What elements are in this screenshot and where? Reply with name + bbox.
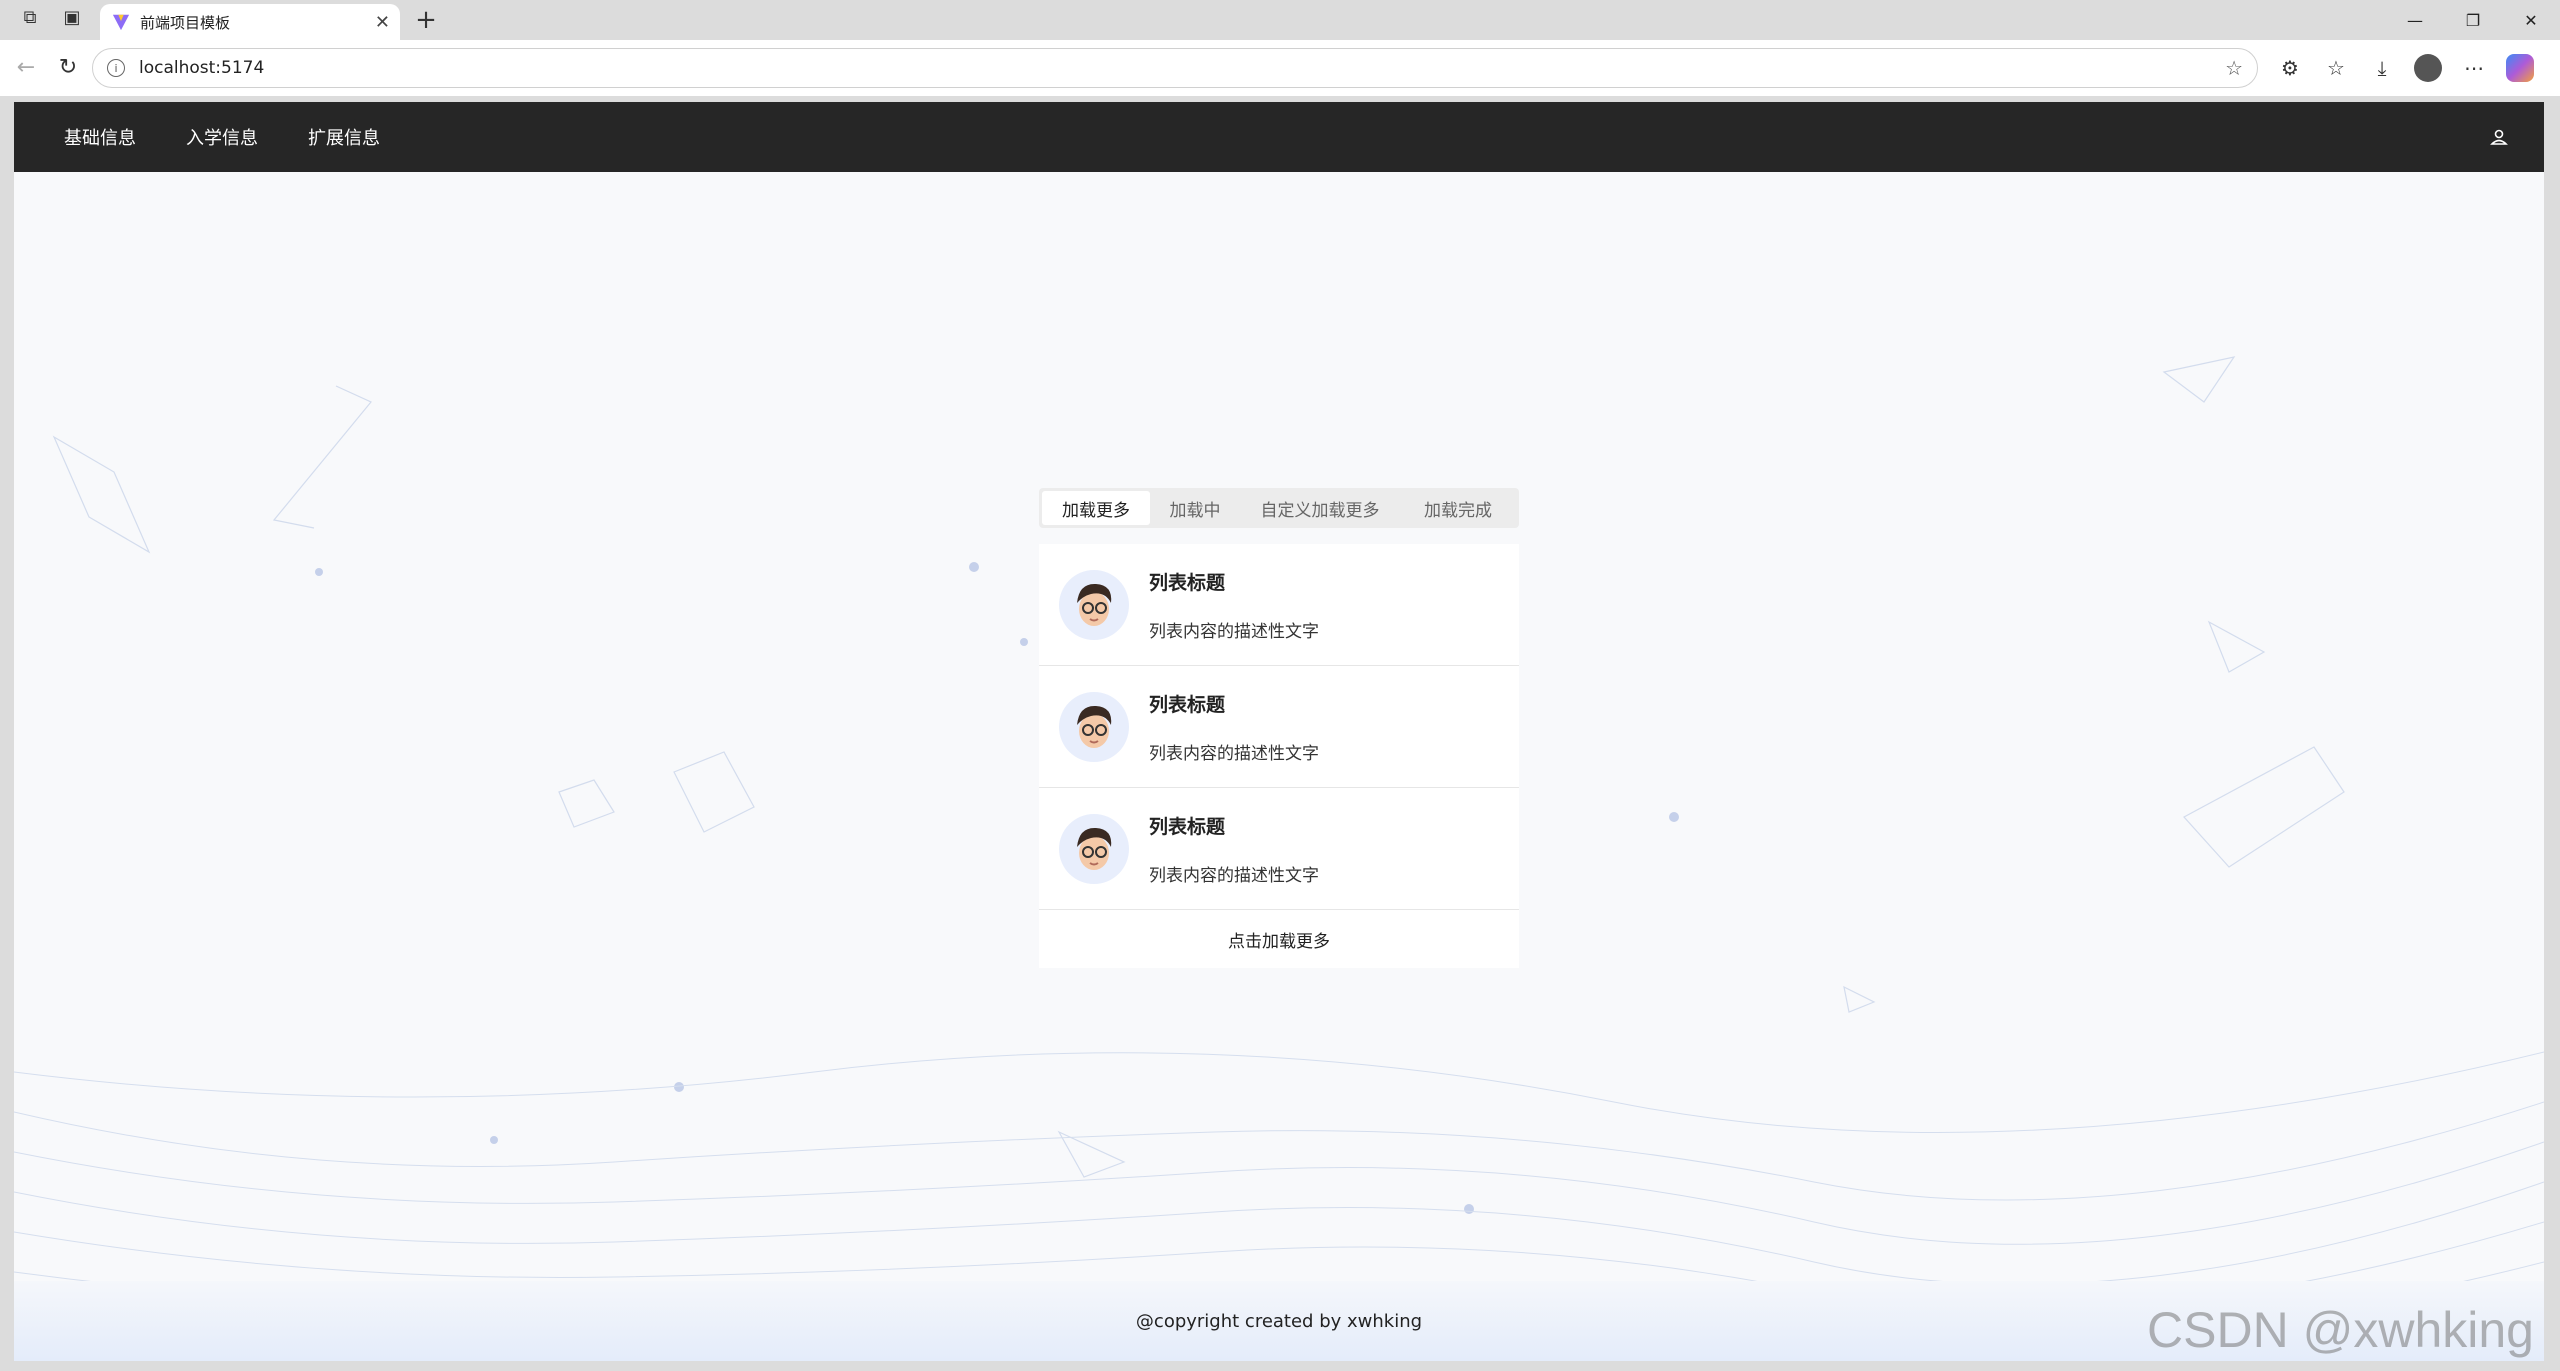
- nav-item-enrollment-info[interactable]: 入学信息: [186, 124, 258, 150]
- site-info-icon[interactable]: i: [107, 59, 125, 77]
- list-item-text: 列表标题 列表内容的描述性文字: [1149, 690, 1319, 764]
- favorite-star-icon[interactable]: ☆: [2225, 56, 2243, 80]
- tab-loading[interactable]: 加载中: [1150, 491, 1240, 525]
- cartoon-avatar-icon: [1077, 705, 1112, 748]
- new-tab-icon[interactable]: +: [408, 2, 444, 38]
- list-widget: 加载更多 加载中 自定义加载更多 加载完成 列表标题 列表内容的描述性文字 列表…: [1039, 488, 1519, 968]
- list-item-text: 列表标题 列表内容的描述性文字: [1149, 812, 1319, 886]
- list-item: 列表标题 列表内容的描述性文字: [1039, 666, 1519, 788]
- vite-favicon-icon: [112, 14, 130, 31]
- address-bar[interactable]: i ☆: [92, 48, 2258, 88]
- avatar: [1059, 691, 1129, 762]
- minimize-icon[interactable]: —: [2386, 0, 2444, 40]
- list-item: 列表标题 列表内容的描述性文字: [1039, 788, 1519, 910]
- browser-tabstrip: ⧉ ▣ 前端项目模板 ✕ + — ❐ ✕: [0, 0, 2560, 40]
- tab-custom-load-more[interactable]: 自定义加载更多: [1240, 491, 1400, 525]
- extensions-icon[interactable]: ⚙: [2276, 54, 2304, 82]
- window-controls: — ❐ ✕: [2386, 0, 2560, 40]
- cartoon-avatar-icon: [1077, 827, 1112, 870]
- top-navbar: 基础信息 入学信息 扩展信息: [14, 102, 2544, 172]
- browser-tab-active[interactable]: 前端项目模板 ✕: [100, 4, 400, 40]
- cartoon-avatar-icon: [1077, 583, 1112, 626]
- browser-tab-title: 前端项目模板: [140, 13, 231, 32]
- item-list: 列表标题 列表内容的描述性文字 列表标题 列表内容的描述性文字 列表标题 列表内…: [1039, 544, 1519, 968]
- list-item-title: 列表标题: [1149, 693, 1226, 716]
- load-more-button[interactable]: 点击加载更多: [1039, 910, 1519, 968]
- copilot-icon[interactable]: [2506, 54, 2534, 82]
- nav-item-basic-info[interactable]: 基础信息: [64, 124, 136, 150]
- more-menu-icon[interactable]: ⋯: [2460, 54, 2488, 82]
- tab-load-finished[interactable]: 加载完成: [1400, 491, 1516, 525]
- list-item-description: 列表内容的描述性文字: [1149, 865, 1319, 886]
- download-icon[interactable]: ⤓: [2368, 54, 2396, 82]
- restore-icon[interactable]: ❐: [2444, 0, 2502, 40]
- tabstrip-left-icons: ⧉ ▣: [0, 4, 100, 40]
- tab-actions-icon[interactable]: ▣: [58, 4, 86, 32]
- page-viewport: 基础信息 入学信息 扩展信息 加载更多 加载中 自定义加载更多 加载完成 列表标…: [14, 102, 2544, 1361]
- tab-load-more[interactable]: 加载更多: [1042, 491, 1150, 525]
- list-item-title: 列表标题: [1149, 571, 1226, 594]
- list-item-title: 列表标题: [1149, 815, 1226, 838]
- nav-menu: 基础信息 入学信息 扩展信息: [64, 124, 380, 150]
- toolbar-right-icons: ⚙ ☆ ⤓ ⋯: [2276, 54, 2534, 82]
- favorites-icon[interactable]: ☆: [2322, 54, 2350, 82]
- watermark: CSDN @xwhking: [2147, 1302, 2534, 1358]
- list-item-description: 列表内容的描述性文字: [1149, 743, 1319, 764]
- url-input[interactable]: [137, 57, 2214, 79]
- workspaces-icon[interactable]: ⧉: [16, 4, 44, 32]
- nav-item-extended-info[interactable]: 扩展信息: [308, 124, 380, 150]
- profile-avatar[interactable]: [2414, 54, 2442, 82]
- mode-tabs: 加载更多 加载中 自定义加载更多 加载完成: [1039, 488, 1519, 528]
- list-item: 列表标题 列表内容的描述性文字: [1039, 544, 1519, 666]
- close-window-icon[interactable]: ✕: [2502, 0, 2560, 40]
- nav-buttons: ← ↻: [12, 54, 82, 82]
- avatar: [1059, 569, 1129, 640]
- avatar: [1059, 813, 1129, 884]
- close-tab-icon[interactable]: ✕: [375, 12, 390, 33]
- refresh-icon[interactable]: ↻: [54, 54, 82, 82]
- browser-toolbar: ← ↻ i ☆ ⚙ ☆ ⤓ ⋯: [0, 40, 2560, 96]
- list-item-text: 列表标题 列表内容的描述性文字: [1149, 568, 1319, 642]
- back-arrow-icon[interactable]: ←: [12, 54, 40, 82]
- user-icon[interactable]: [2490, 128, 2508, 146]
- footer-copyright: @copyright created by xwhking: [1135, 1310, 1423, 1332]
- list-item-description: 列表内容的描述性文字: [1149, 621, 1319, 642]
